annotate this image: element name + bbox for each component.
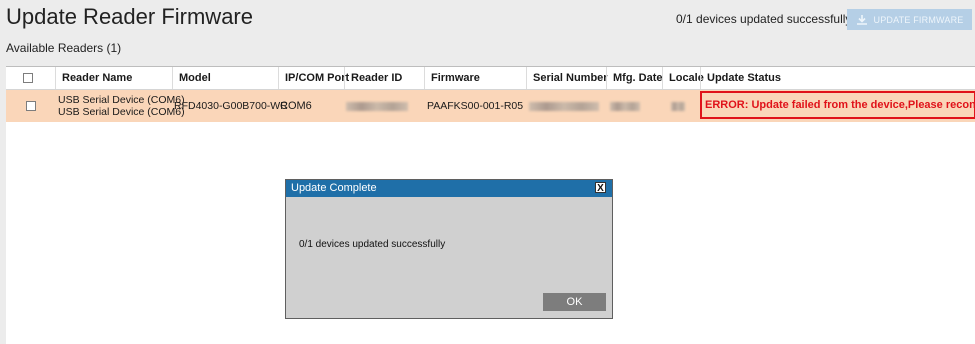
col-serial-number[interactable]: Serial Number: [526, 67, 608, 89]
serial-number-cell: [529, 90, 606, 122]
dialog-message: 0/1 devices updated successfully: [299, 239, 446, 250]
dialog-title-bar: Update Complete: [286, 180, 612, 197]
update-firmware-label: UPDATE FIRMWARE: [873, 14, 964, 25]
locale-cell: [671, 90, 700, 122]
reader-id-cell: [346, 90, 424, 122]
redacted-reader-id: [346, 101, 408, 111]
mfg-date-cell: [610, 90, 662, 122]
model-cell: RFD4030-G00B700-WR: [174, 100, 288, 112]
page-title: Update Reader Firmware: [6, 4, 253, 29]
col-locale[interactable]: Locale: [662, 67, 704, 89]
reader-name-primary: USB Serial Device (COM6): [58, 94, 185, 106]
update-status-summary: 0/1 devices updated successfully: [676, 12, 852, 26]
reader-name-secondary: USB Serial Device (COM6): [58, 106, 185, 118]
row-checkbox[interactable]: [26, 101, 36, 111]
select-all-checkbox[interactable]: [23, 73, 33, 83]
update-complete-dialog: Update Complete X 0/1 devices updated su…: [285, 179, 613, 319]
col-model[interactable]: Model: [172, 67, 278, 89]
table-header: Reader Name Model IP/COM Port Reader ID …: [6, 67, 975, 90]
col-reader-id[interactable]: Reader ID: [344, 67, 424, 89]
redacted-locale: [671, 101, 685, 111]
update-status-error: ERROR: Update failed from the device,Ple…: [700, 91, 975, 119]
col-firmware[interactable]: Firmware: [424, 67, 526, 89]
dialog-title: Update Complete: [291, 182, 377, 194]
download-icon: [856, 14, 867, 25]
ok-button[interactable]: OK: [543, 293, 606, 311]
reader-name-cell: USB Serial Device (COM6) USB Serial Devi…: [58, 90, 185, 122]
redacted-serial-number: [529, 101, 599, 111]
port-cell: COM6: [280, 100, 312, 112]
col-update-status[interactable]: Update Status: [700, 67, 975, 89]
col-reader-name[interactable]: Reader Name: [55, 67, 172, 89]
available-readers-label: Available Readers (1): [6, 41, 122, 55]
col-ip-com-port[interactable]: IP/COM Port: [278, 67, 349, 89]
table-row[interactable]: USB Serial Device (COM6) USB Serial Devi…: [6, 90, 975, 122]
col-mfg-date[interactable]: Mfg. Date: [606, 67, 663, 89]
close-icon[interactable]: X: [595, 182, 606, 194]
firmware-cell: PAAFKS00-001-R05: [427, 100, 524, 112]
redacted-mfg-date: [610, 101, 640, 111]
update-firmware-button[interactable]: UPDATE FIRMWARE: [847, 9, 972, 30]
